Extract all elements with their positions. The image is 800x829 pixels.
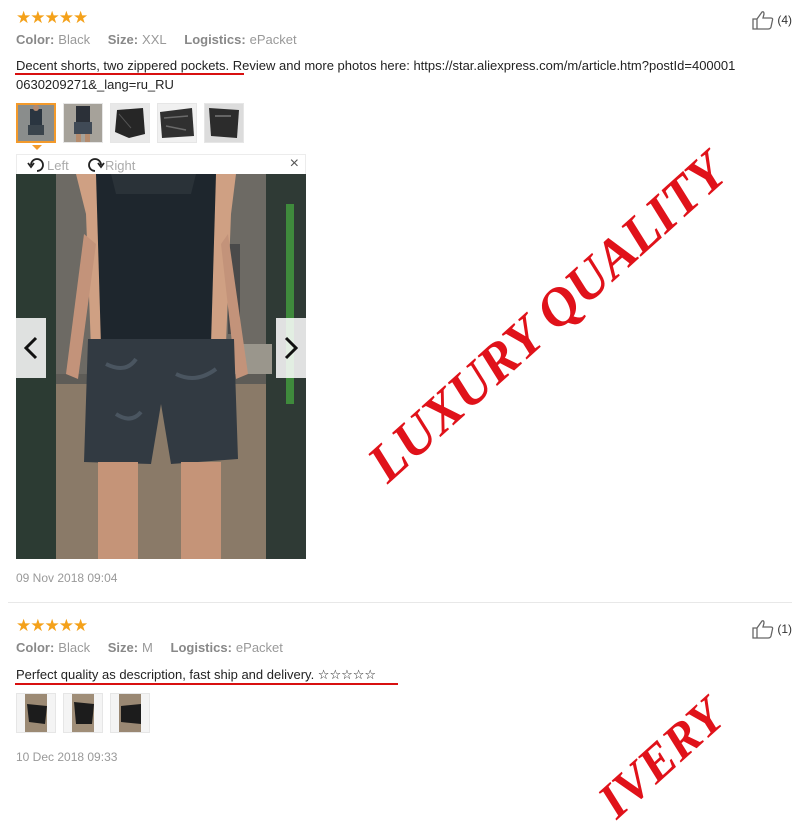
color-label: Color: [16, 32, 55, 47]
helpful-button[interactable]: (4) [752, 10, 792, 30]
logistics-label: Logistics: [170, 640, 232, 655]
photo-thumbnails [16, 693, 157, 733]
logistics-value: ePacket [249, 32, 297, 47]
thumbnail-1[interactable] [16, 103, 56, 143]
review-date: 10 Dec 2018 09:33 [16, 750, 118, 764]
size-value: XXL [142, 32, 167, 47]
review-date: 09 Nov 2018 09:04 [16, 571, 118, 585]
review-item-1: ★★★★★ (4) Color: Black Size: XXL Logistics… [0, 0, 800, 600]
highlight-underline [15, 683, 398, 685]
thumbs-up-icon [752, 11, 774, 30]
thumbs-up-icon [752, 620, 774, 639]
rotate-left-button[interactable]: Left [27, 156, 69, 174]
next-photo-button[interactable] [276, 318, 306, 378]
highlight-underline [15, 73, 244, 75]
color-label: Color: [16, 640, 55, 655]
prev-photo-button[interactable] [16, 318, 46, 378]
rotate-left-label: Left [47, 157, 69, 173]
enlarged-photo [16, 174, 306, 559]
thumbnail-5[interactable] [204, 103, 244, 143]
thumbnail-1[interactable] [16, 693, 56, 733]
review-text: Perfect quality as description, fast shi… [16, 667, 377, 682]
active-thumb-caret [32, 145, 42, 150]
helpful-button[interactable]: (1) [752, 619, 792, 639]
size-label: Size: [107, 640, 139, 655]
rotate-right-label: Right [105, 157, 136, 173]
photo-thumbnails [16, 103, 251, 143]
chevron-right-icon [284, 336, 298, 360]
thumbnail-2[interactable] [63, 693, 103, 733]
order-attributes: Color: Black Size: XXL Logistics: ePacket [16, 32, 311, 47]
rating-stars: ★★★★★ [16, 8, 88, 27]
logistics-label: Logistics: [184, 32, 246, 47]
photo-viewer-toolbar: Left Right × [16, 154, 306, 174]
helpful-count: (4) [777, 13, 792, 27]
review-text-highlight: Decent shorts, two zippered pockets. [16, 58, 230, 73]
order-attributes: Color: Black Size: M Logistics: ePacket [16, 640, 297, 655]
size-label: Size: [107, 32, 139, 47]
rating-stars: ★★★★★ [16, 616, 88, 635]
helpful-count: (1) [777, 622, 792, 636]
rotate-right-icon [88, 158, 105, 172]
color-value: Black [58, 640, 91, 655]
size-value: M [142, 640, 153, 655]
thumbnail-4[interactable] [157, 103, 197, 143]
thumbnail-3[interactable] [110, 693, 150, 733]
close-icon[interactable]: × [290, 155, 299, 173]
color-value: Black [58, 32, 91, 47]
rotate-right-button[interactable]: Right [85, 156, 135, 174]
thumbnail-3[interactable] [110, 103, 150, 143]
chevron-left-icon [24, 336, 38, 360]
logistics-value: ePacket [235, 640, 283, 655]
review-divider [8, 602, 792, 603]
rotate-left-icon [27, 158, 44, 172]
thumbnail-2[interactable] [63, 103, 103, 143]
review-text: Decent shorts, two zippered pockets. Rev… [16, 56, 736, 94]
